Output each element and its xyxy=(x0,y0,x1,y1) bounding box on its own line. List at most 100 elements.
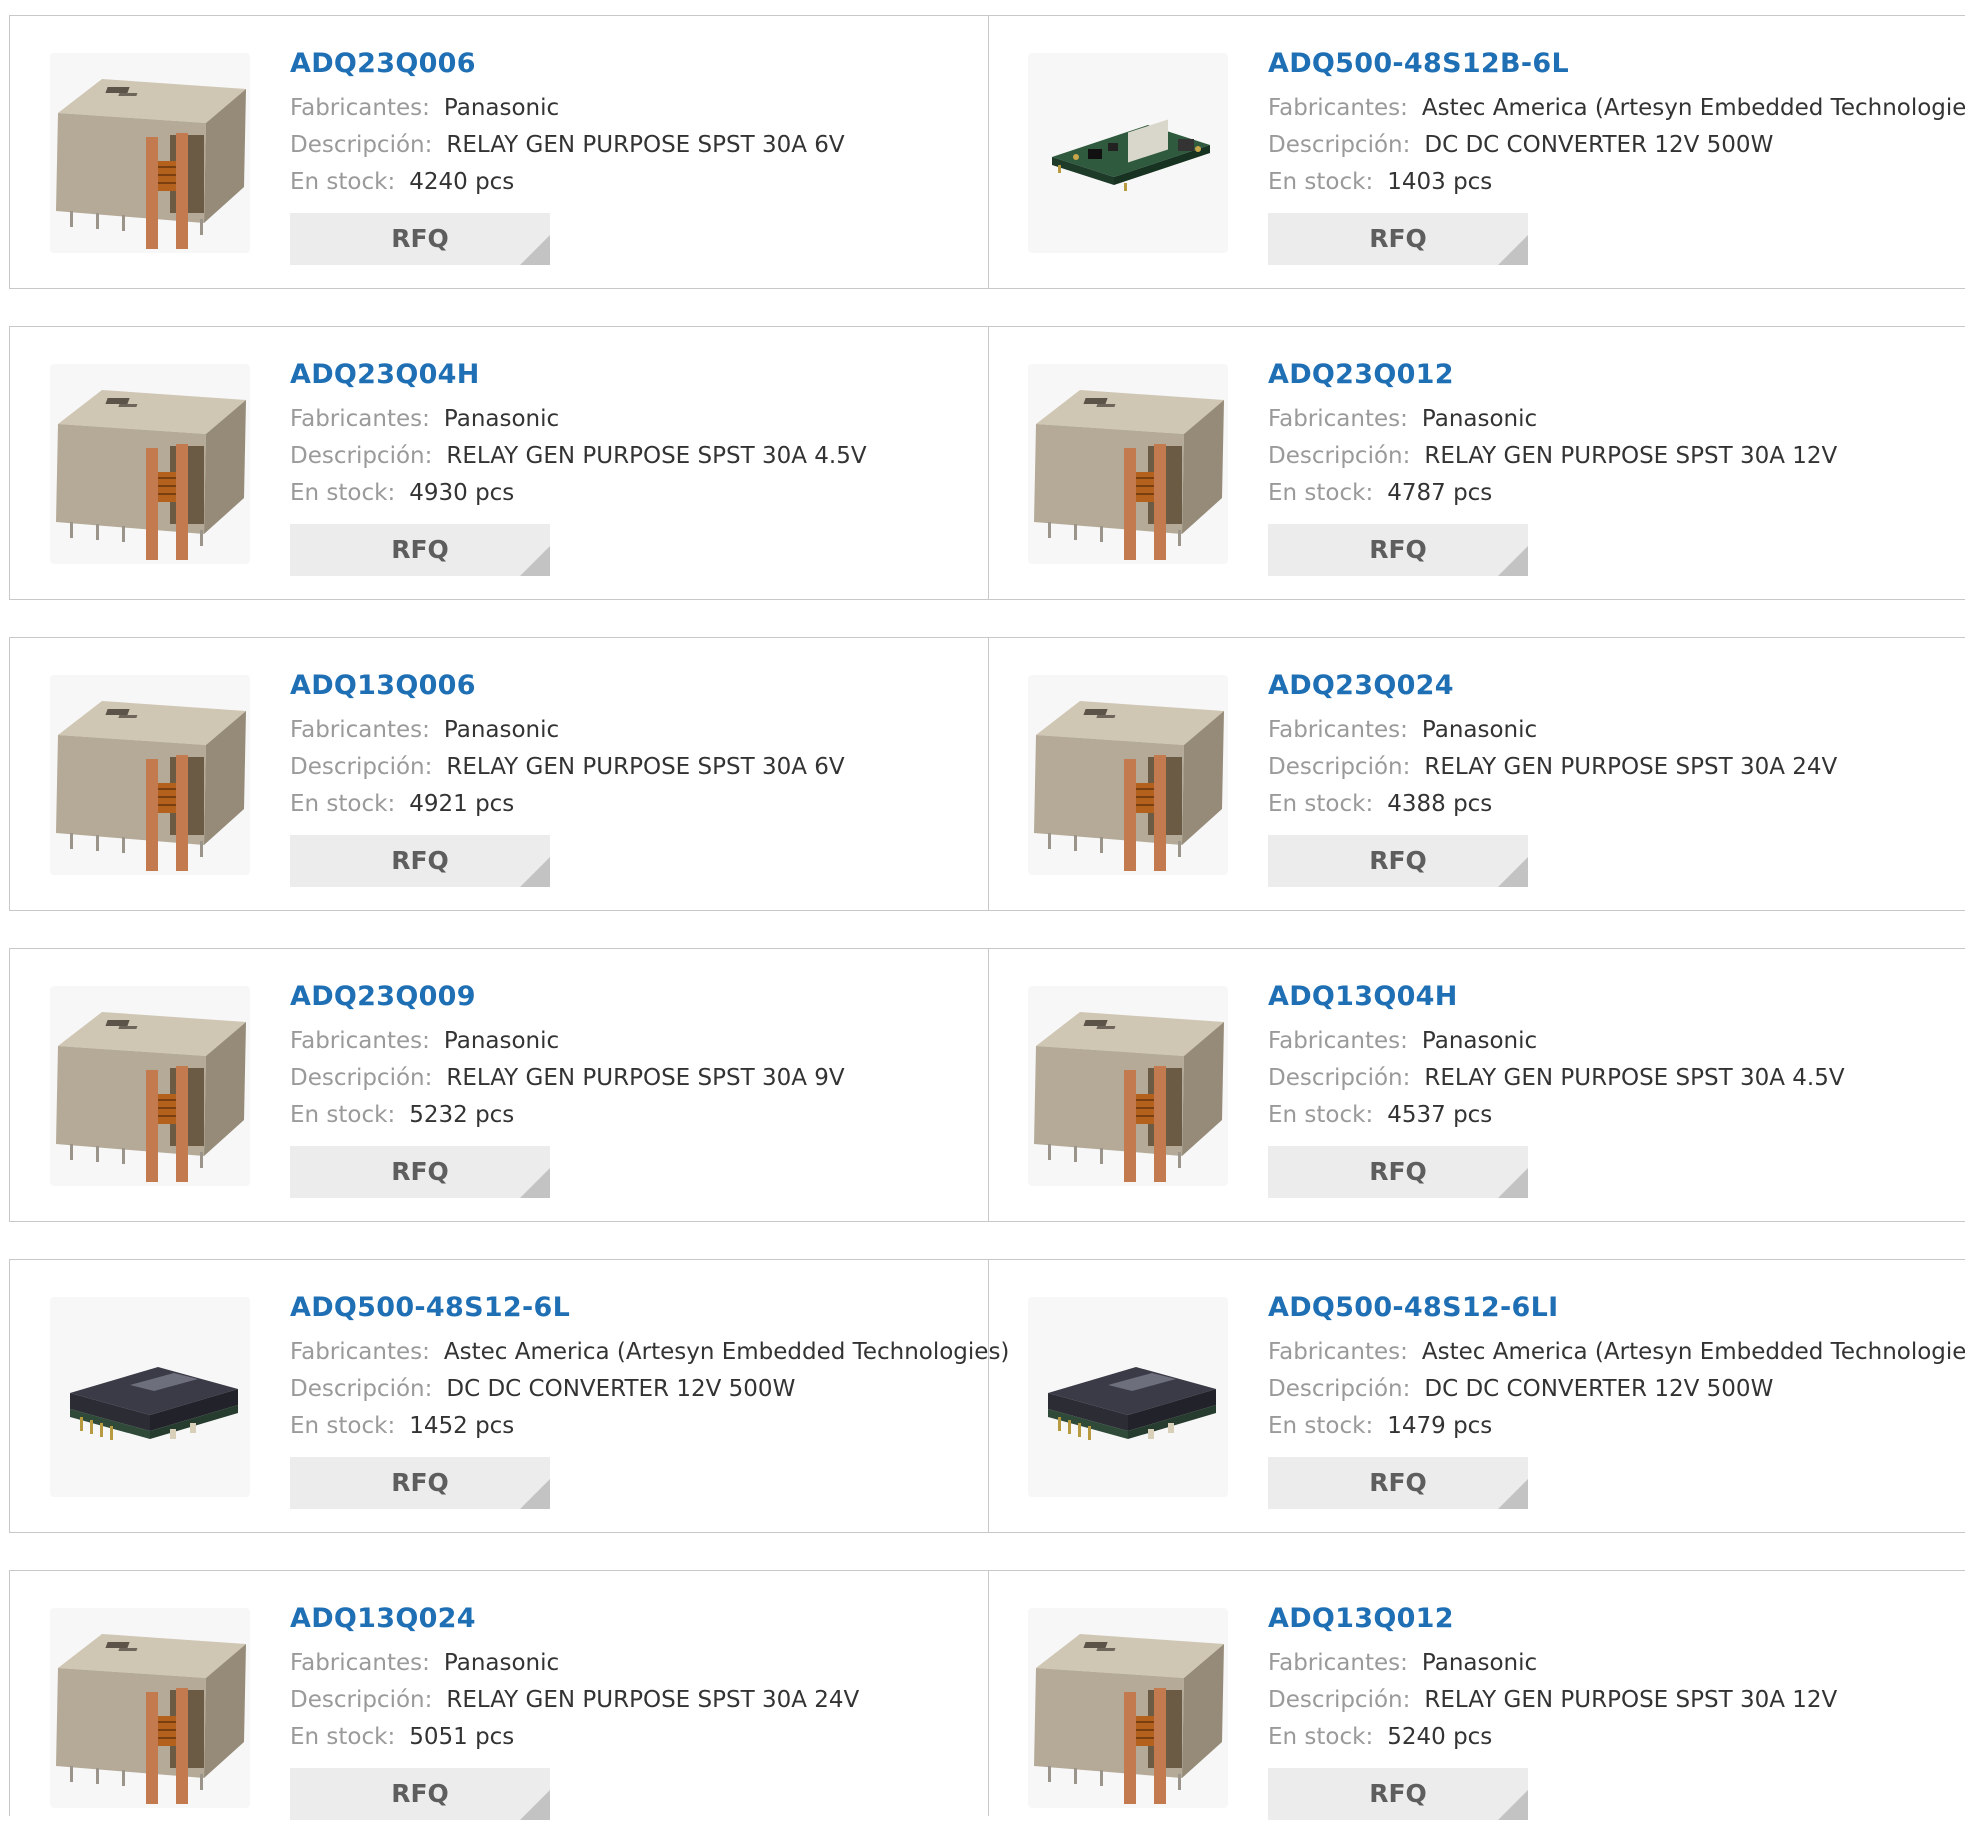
description-line: Descripción: RELAY GEN PURPOSE SPST 30A 6… xyxy=(290,749,978,786)
product-card: ADQ13Q006 Fabricantes: Panasonic Descripció… xyxy=(10,638,989,910)
description-value: RELAY GEN PURPOSE SPST 30A 6V xyxy=(446,754,845,780)
stock-line: En stock: 5240 pcs xyxy=(1268,1719,1956,1756)
manufacturer-value: Panasonic xyxy=(443,95,560,121)
product-thumbnail[interactable] xyxy=(50,1608,250,1808)
relay-image xyxy=(1028,986,1228,1186)
rfq-label: RFQ xyxy=(1369,535,1427,564)
part-number-link[interactable]: ADQ13Q006 xyxy=(290,668,978,704)
description-line: Descripción: DC DC CONVERTER 12V 500W xyxy=(1268,127,1956,164)
product-thumbnail[interactable] xyxy=(1028,1297,1228,1497)
part-number-link[interactable]: ADQ23Q012 xyxy=(1268,357,1956,393)
stock-label: En stock: xyxy=(1268,169,1374,195)
description-label: Descripción: xyxy=(1268,1376,1411,1402)
product-info: ADQ13Q04H Fabricantes: Panasonic Descripció… xyxy=(1268,979,1956,1198)
rfq-label: RFQ xyxy=(1369,1468,1427,1497)
description-label: Descripción: xyxy=(1268,443,1411,469)
rfq-button[interactable]: RFQ xyxy=(1268,1768,1528,1820)
relay-image xyxy=(50,1608,250,1808)
manufacturer-line: Fabricantes: Panasonic xyxy=(290,712,978,749)
part-number-link[interactable]: ADQ500-48S12-6L xyxy=(290,1290,978,1326)
manufacturer-value: Astec America (Artesyn Embedded Technolo… xyxy=(443,1339,1010,1365)
description-line: Descripción: RELAY GEN PURPOSE SPST 30A 4… xyxy=(290,438,978,475)
product-info: ADQ23Q012 Fabricantes: Panasonic Descripció… xyxy=(1268,357,1956,576)
manufacturer-value: Panasonic xyxy=(1421,717,1538,743)
stock-value: 5240 pcs xyxy=(1387,1724,1493,1750)
product-row: ADQ13Q024 Fabricantes: Panasonic Descripció… xyxy=(9,1570,1965,1820)
stock-line: En stock: 5051 pcs xyxy=(290,1719,978,1756)
stock-value: 5232 pcs xyxy=(409,1102,515,1128)
rfq-button[interactable]: RFQ xyxy=(1268,213,1528,265)
product-row: ADQ23Q009 Fabricantes: Panasonic Descripció… xyxy=(9,948,1965,1222)
pcb-converter-image xyxy=(1028,53,1228,253)
product-thumbnail[interactable] xyxy=(1028,986,1228,1186)
product-info: ADQ13Q024 Fabricantes: Panasonic Descripció… xyxy=(290,1601,978,1820)
manufacturer-line: Fabricantes: Panasonic xyxy=(1268,401,1956,438)
stock-value: 4240 pcs xyxy=(409,169,515,195)
stock-value: 5051 pcs xyxy=(409,1724,515,1750)
stock-value: 1452 pcs xyxy=(409,1413,515,1439)
stock-label: En stock: xyxy=(290,1102,396,1128)
description-value: DC DC CONVERTER 12V 500W xyxy=(1424,1376,1774,1402)
product-row: ADQ500-48S12-6L Fabricantes: Astec America… xyxy=(9,1259,1965,1533)
part-number-link[interactable]: ADQ23Q024 xyxy=(1268,668,1956,704)
rfq-button[interactable]: RFQ xyxy=(1268,524,1528,576)
description-label: Descripción: xyxy=(1268,1065,1411,1091)
product-card: ADQ13Q012 Fabricantes: Panasonic Descripció… xyxy=(988,1571,1965,1820)
part-number-link[interactable]: ADQ23Q04H xyxy=(290,357,978,393)
stock-label: En stock: xyxy=(290,1413,396,1439)
part-number-link[interactable]: ADQ500-48S12B-6L xyxy=(1268,46,1956,82)
manufacturer-line: Fabricantes: Astec America (Artesyn Embed… xyxy=(1268,1334,1965,1371)
dc-converter-image xyxy=(1028,1297,1228,1497)
manufacturer-line: Fabricantes: Panasonic xyxy=(1268,712,1956,749)
description-label: Descripción: xyxy=(1268,132,1411,158)
description-value: RELAY GEN PURPOSE SPST 30A 24V xyxy=(1424,754,1838,780)
rfq-button[interactable]: RFQ xyxy=(290,1768,550,1820)
rfq-label: RFQ xyxy=(391,1779,449,1808)
relay-image xyxy=(1028,364,1228,564)
rfq-button[interactable]: RFQ xyxy=(1268,1146,1528,1198)
rfq-button[interactable]: RFQ xyxy=(290,524,550,576)
product-thumbnail[interactable] xyxy=(50,1297,250,1497)
description-line: Descripción: RELAY GEN PURPOSE SPST 30A 2… xyxy=(290,1682,978,1719)
product-thumbnail[interactable] xyxy=(1028,53,1228,253)
description-value: DC DC CONVERTER 12V 500W xyxy=(1424,132,1774,158)
stock-line: En stock: 4240 pcs xyxy=(290,164,978,201)
manufacturer-value: Panasonic xyxy=(443,717,560,743)
rfq-corner-triangle xyxy=(1498,857,1528,887)
product-thumbnail[interactable] xyxy=(50,675,250,875)
rfq-button[interactable]: RFQ xyxy=(1268,835,1528,887)
description-label: Descripción: xyxy=(1268,754,1411,780)
product-thumbnail[interactable] xyxy=(50,364,250,564)
product-thumbnail[interactable] xyxy=(1028,1608,1228,1808)
rfq-label: RFQ xyxy=(391,224,449,253)
part-number-link[interactable]: ADQ500-48S12-6LI xyxy=(1268,1290,1956,1326)
product-card: ADQ23Q012 Fabricantes: Panasonic Descripció… xyxy=(988,327,1965,599)
product-thumbnail[interactable] xyxy=(50,53,250,253)
part-number-link[interactable]: ADQ13Q024 xyxy=(290,1601,978,1637)
rfq-corner-triangle xyxy=(520,1479,550,1509)
part-number-link[interactable]: ADQ13Q012 xyxy=(1268,1601,1956,1637)
stock-label: En stock: xyxy=(290,1724,396,1750)
rfq-label: RFQ xyxy=(1369,224,1427,253)
rfq-button[interactable]: RFQ xyxy=(1268,1457,1528,1509)
description-line: Descripción: DC DC CONVERTER 12V 500W xyxy=(290,1371,978,1408)
rfq-label: RFQ xyxy=(391,1468,449,1497)
stock-line: En stock: 4930 pcs xyxy=(290,475,978,512)
part-number-link[interactable]: ADQ13Q04H xyxy=(1268,979,1956,1015)
rfq-corner-triangle xyxy=(1498,235,1528,265)
product-thumbnail[interactable] xyxy=(1028,675,1228,875)
product-thumbnail[interactable] xyxy=(50,986,250,1186)
description-value: RELAY GEN PURPOSE SPST 30A 12V xyxy=(1424,443,1838,469)
rfq-button[interactable]: RFQ xyxy=(290,1146,550,1198)
part-number-link[interactable]: ADQ23Q006 xyxy=(290,46,978,82)
rfq-button[interactable]: RFQ xyxy=(290,213,550,265)
product-thumbnail[interactable] xyxy=(1028,364,1228,564)
stock-value: 4787 pcs xyxy=(1387,480,1493,506)
product-info: ADQ13Q012 Fabricantes: Panasonic Descripció… xyxy=(1268,1601,1956,1820)
part-number-link[interactable]: ADQ23Q009 xyxy=(290,979,978,1015)
manufacturer-label: Fabricantes: xyxy=(1268,717,1408,743)
rfq-button[interactable]: RFQ xyxy=(290,1457,550,1509)
relay-image xyxy=(50,53,250,253)
manufacturer-label: Fabricantes: xyxy=(290,1650,430,1676)
rfq-button[interactable]: RFQ xyxy=(290,835,550,887)
